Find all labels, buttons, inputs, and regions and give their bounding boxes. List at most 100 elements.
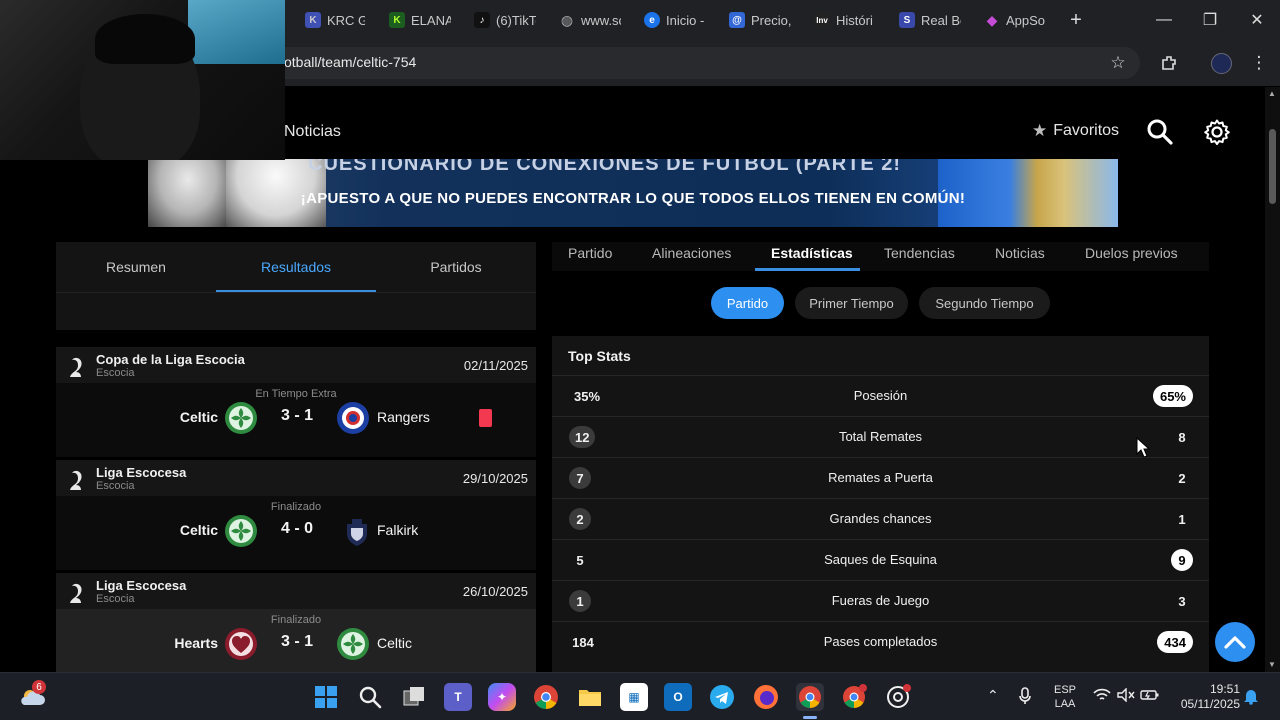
mouse-cursor-icon: [1136, 437, 1150, 458]
wifi-icon[interactable]: [1093, 688, 1111, 702]
celtic-crest-icon: [337, 628, 369, 660]
tiktok-favicon-icon: ♪: [474, 12, 490, 28]
more-menu-icon[interactable]: ⋮: [1248, 52, 1270, 74]
match-league-header[interactable]: Liga Escocesa Escocia 26/10/2025: [56, 573, 536, 609]
match-date: 02/11/2025: [463, 358, 528, 373]
tab-tendencias[interactable]: Tendencias: [884, 245, 955, 261]
notification-bell-icon[interactable]: [1243, 687, 1259, 705]
firefox-icon[interactable]: [752, 683, 780, 711]
web-page: Noticias ★ Favoritos CUESTIONARIO DE CON…: [0, 87, 1265, 672]
tray-overflow-chevron-icon[interactable]: ⌃: [987, 687, 999, 704]
tab-estadisticas[interactable]: Estadísticas: [771, 245, 853, 261]
microphone-icon[interactable]: [1018, 687, 1032, 705]
banner-headline: CUESTIONARIO DE CONEXIONES DE FÚTBOL (PA…: [308, 159, 902, 175]
file-explorer-icon[interactable]: [576, 683, 604, 711]
browser-tab[interactable]: ♪ (6)TikTo: [474, 6, 536, 34]
tab-resultados[interactable]: Resultados: [216, 259, 376, 275]
celtic-crest-icon: [225, 402, 257, 434]
browser-tab[interactable]: @ Precio,: [729, 6, 791, 34]
red-card-icon: [479, 409, 492, 427]
chatgpt-icon[interactable]: [884, 683, 912, 711]
bookmark-star-icon[interactable]: ☆: [1107, 52, 1129, 74]
stat-name: Fueras de Juego: [831, 593, 930, 608]
active-app-indicator: [803, 716, 817, 719]
system-clock[interactable]: 19:51 05/11/2025: [1172, 682, 1240, 712]
stat-right-value: 2: [1178, 470, 1186, 486]
stat-right-value: 3: [1178, 593, 1186, 609]
telegram-icon[interactable]: [708, 683, 736, 711]
teams-icon[interactable]: T: [444, 683, 472, 711]
match-date: 26/10/2025: [462, 584, 528, 599]
copilot-icon[interactable]: ✦: [488, 683, 516, 711]
page-scrollbar[interactable]: ▲ ▼: [1265, 87, 1280, 672]
extensions-icon[interactable]: [1158, 52, 1180, 74]
scroll-up-arrow-icon[interactable]: ▲: [1268, 89, 1276, 98]
windows-start-icon[interactable]: [312, 683, 340, 711]
match-score: 4 - 0: [280, 520, 313, 537]
tab-resumen[interactable]: Resumen: [56, 259, 216, 275]
realbe-favicon-icon: S: [899, 12, 915, 28]
league-country: Escocia: [96, 593, 135, 605]
nav-noticias-link[interactable]: Noticias: [284, 123, 341, 141]
inicio-favicon-icon: e: [644, 12, 660, 28]
match-status: Finalizado: [270, 614, 322, 626]
stat-name: Pases completados: [823, 634, 938, 649]
nav-favoritos-link[interactable]: ★ Favoritos: [1032, 121, 1119, 141]
browser-tab[interactable]: ◆ AppSo: [984, 6, 1046, 34]
browser-tab[interactable]: S Real Be: [899, 6, 961, 34]
url-text[interactable]: otball/team/celtic-754: [284, 54, 416, 70]
league-name: Liga Escocesa: [96, 465, 187, 480]
speaker-muted-icon[interactable]: [1117, 688, 1135, 702]
profile-avatar[interactable]: [1211, 53, 1232, 74]
tab-duelos-previos[interactable]: Duelos previos: [1085, 245, 1178, 261]
browser-tab[interactable]: ◍ www.sc: [559, 6, 621, 34]
browser-tab[interactable]: e Inicio -: [644, 6, 706, 34]
match-row[interactable]: Finalizado Hearts 3 - 1 Celtic: [56, 609, 536, 672]
match-row[interactable]: En Tiempo Extra Celtic 3 - 1 Rangers: [56, 383, 536, 457]
input-language-indicator[interactable]: ESP LAA: [1050, 683, 1080, 711]
chrome-profile-icon[interactable]: [796, 683, 824, 711]
search-icon[interactable]: [1146, 118, 1174, 146]
task-view-icon[interactable]: [400, 683, 428, 711]
tab-partidos[interactable]: Partidos: [376, 259, 536, 275]
stat-name: Grandes chances: [829, 511, 932, 526]
match-league-header[interactable]: Copa de la Liga Escocia Escocia 02/11/20…: [56, 347, 536, 383]
tab-noticias[interactable]: Noticias: [995, 245, 1045, 261]
chrome-icon[interactable]: [532, 683, 560, 711]
browser-tab[interactable]: Inv Históri: [814, 6, 876, 34]
match-league-header[interactable]: Liga Escocesa Escocia 29/10/2025: [56, 460, 536, 496]
weather-badge: 6: [32, 680, 46, 694]
falkirk-crest-icon: [347, 519, 367, 546]
gear-icon[interactable]: [1203, 118, 1231, 146]
microsoft-store-icon[interactable]: ▦: [620, 683, 648, 711]
search-icon[interactable]: [356, 683, 384, 711]
scroll-down-arrow-icon[interactable]: ▼: [1268, 660, 1276, 669]
scroll-to-top-button[interactable]: [1215, 622, 1255, 662]
krc-favicon-icon: K: [305, 12, 321, 28]
scottish-league-icon: [70, 583, 82, 603]
period-primer-tiempo-button[interactable]: Primer Tiempo: [795, 287, 908, 319]
filter-strip: [56, 292, 536, 330]
outlook-icon[interactable]: O: [664, 683, 692, 711]
new-tab-icon[interactable]: +: [1066, 8, 1086, 32]
scrollbar-thumb[interactable]: [1269, 129, 1276, 204]
battery-icon[interactable]: [1140, 688, 1160, 702]
webcam-overlay: [0, 0, 285, 160]
minimize-icon[interactable]: —: [1152, 8, 1176, 32]
scottish-league-icon: [70, 470, 82, 490]
appso-favicon-icon: ◆: [986, 11, 998, 28]
period-partido-button[interactable]: Partido: [711, 287, 784, 319]
browser-tab[interactable]: K ELANA: [389, 6, 451, 34]
close-icon[interactable]: ✕: [1245, 8, 1269, 32]
restore-icon[interactable]: ❐: [1198, 8, 1222, 32]
tab-alineaciones[interactable]: Alineaciones: [652, 245, 731, 261]
tab-partido[interactable]: Partido: [568, 245, 612, 261]
browser-tab[interactable]: K KRC Ge: [305, 6, 365, 34]
stat-row: 184 Pases completados 434: [552, 621, 1209, 662]
chrome-second-profile-icon[interactable]: [840, 683, 868, 711]
period-segundo-tiempo-button[interactable]: Segundo Tiempo: [919, 287, 1050, 319]
match-status: En Tiempo Extra: [255, 388, 337, 400]
match-row[interactable]: Finalizado Celtic 4 - 0 Falkirk: [56, 496, 536, 570]
stat-right-value: 9: [1171, 549, 1193, 571]
quiz-banner[interactable]: CUESTIONARIO DE CONEXIONES DE FÚTBOL (PA…: [148, 159, 1118, 227]
